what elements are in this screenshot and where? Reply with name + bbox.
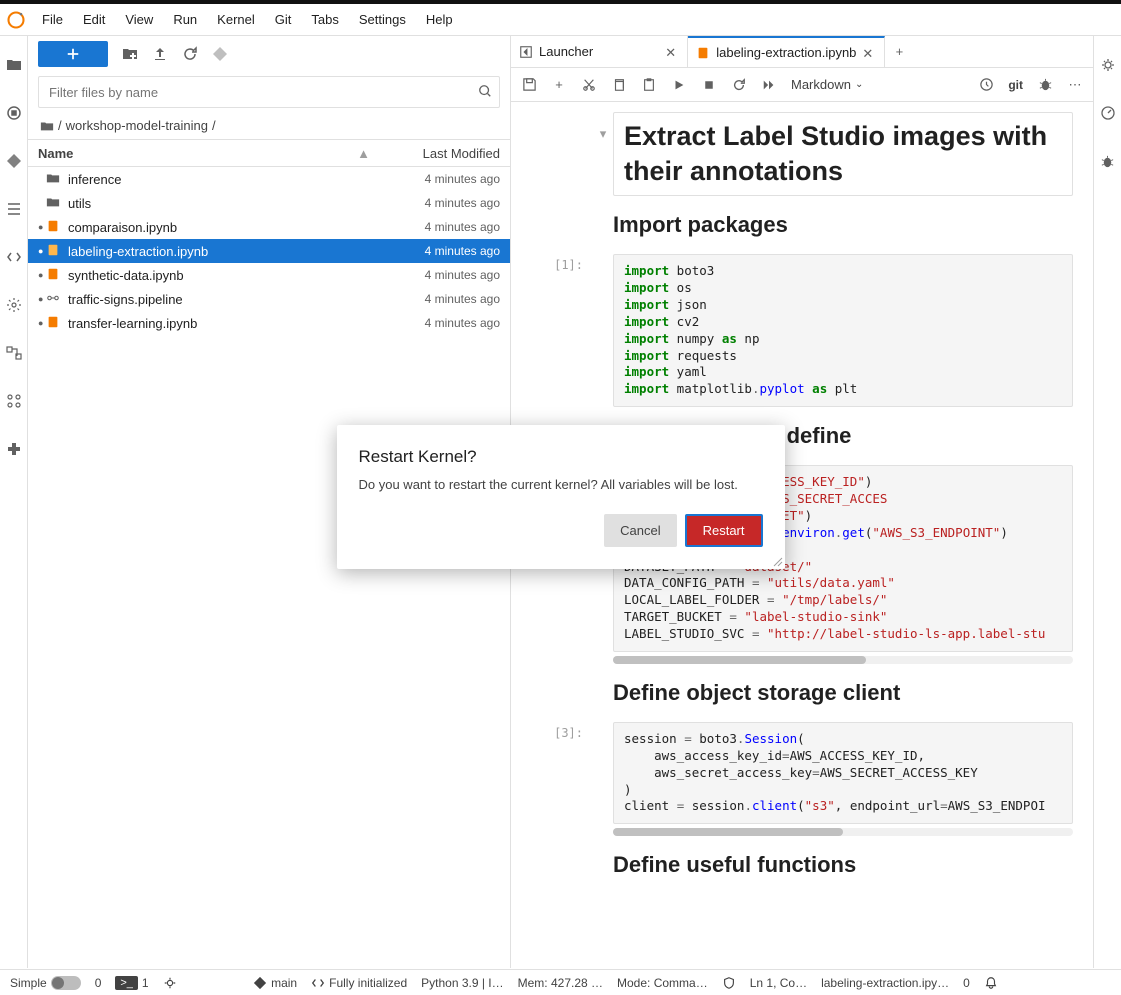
cancel-button[interactable]: Cancel [604, 514, 676, 547]
resize-handle-icon[interactable] [771, 555, 783, 567]
dialog-body: Do you want to restart the current kerne… [359, 477, 763, 492]
modal-backdrop: Restart Kernel? Do you want to restart t… [0, 0, 1121, 995]
restart-kernel-dialog: Restart Kernel? Do you want to restart t… [337, 425, 785, 569]
restart-button[interactable]: Restart [685, 514, 763, 547]
dialog-title: Restart Kernel? [359, 447, 763, 467]
